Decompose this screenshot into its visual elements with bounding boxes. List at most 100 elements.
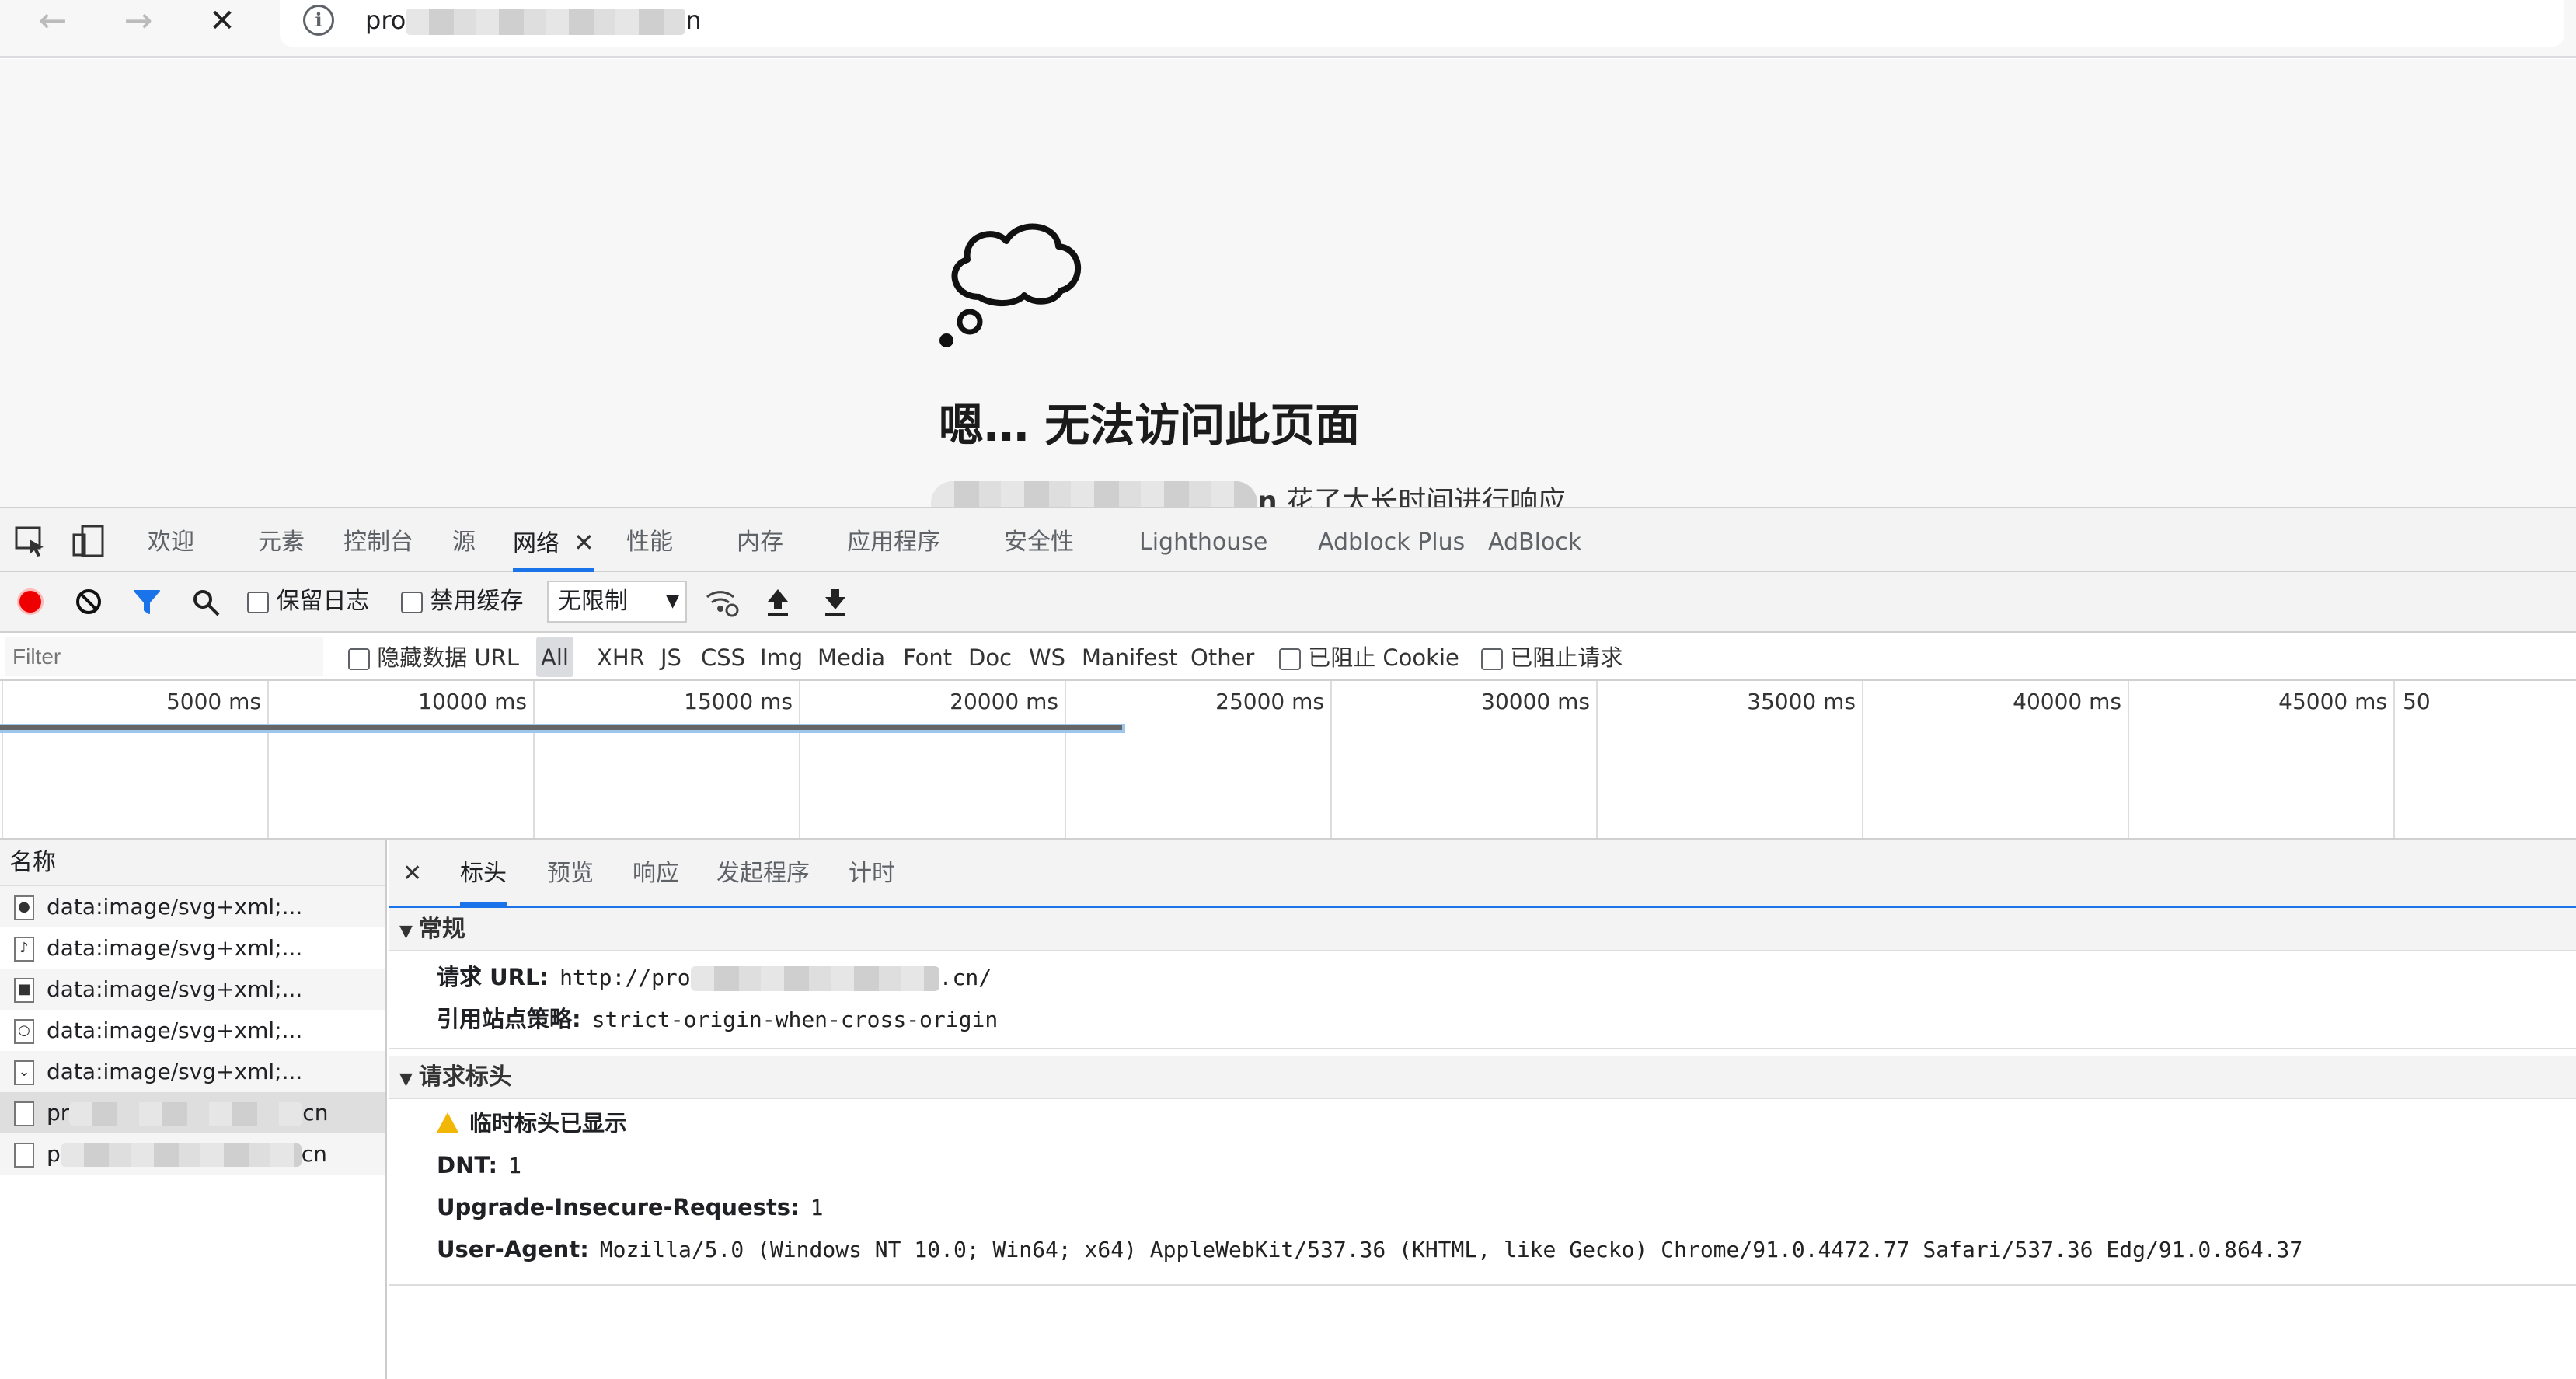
hide-data-urls-option[interactable]: 隐藏数据 URL xyxy=(348,633,519,681)
request-rows: ● data:image/svg+xml;... ♪ data:image/sv… xyxy=(0,886,385,1175)
blocked-requests-label: 已阻止请求 xyxy=(1510,644,1623,671)
tab-console[interactable]: 控制台 xyxy=(343,508,413,572)
chevron-down-icon: ▼ xyxy=(666,592,679,611)
tab-timing[interactable]: 计时 xyxy=(849,840,895,906)
filter-type-font[interactable]: Font xyxy=(903,633,952,681)
error-domain-end: n xyxy=(1257,486,1278,507)
filter-type-doc[interactable]: Doc xyxy=(968,633,1012,681)
filter-type-xhr[interactable]: XHR xyxy=(597,633,645,681)
redacted-domain xyxy=(931,481,1257,507)
tab-welcome[interactable]: 欢迎 xyxy=(148,508,194,572)
network-timeline[interactable]: 5000 ms 10000 ms 15000 ms 20000 ms 25000… xyxy=(0,681,2576,840)
tab-performance[interactable]: 性能 xyxy=(626,508,673,572)
forward-button[interactable]: → xyxy=(117,3,160,39)
header-row-dnt: DNT: 1 xyxy=(389,1144,2576,1186)
table-row[interactable]: ○ data:image/svg+xml;... xyxy=(0,1010,385,1051)
filter-input[interactable] xyxy=(5,637,323,676)
search-icon[interactable] xyxy=(191,588,221,617)
table-row[interactable]: p cn xyxy=(0,1133,385,1175)
request-name-start: p xyxy=(47,1141,61,1167)
disable-cache-option[interactable]: 禁用缓存 xyxy=(401,572,524,631)
header-row-upgrade-insecure: Upgrade-Insecure-Requests: 1 xyxy=(389,1186,2576,1228)
tab-adblock[interactable]: AdBlock xyxy=(1488,508,1581,572)
section-general-title: 常规 xyxy=(418,916,465,943)
tab-lighthouse[interactable]: Lighthouse xyxy=(1139,508,1267,572)
table-row[interactable]: ♪ data:image/svg+xml;... xyxy=(0,927,385,969)
filter-type-manifest[interactable]: Manifest xyxy=(1082,633,1178,681)
section-request-headers-title: 请求标头 xyxy=(418,1063,512,1091)
timeline-tick: 30000 ms xyxy=(1330,681,1596,838)
request-url-key: 请求 URL: xyxy=(437,964,549,990)
tab-security[interactable]: 安全性 xyxy=(1004,508,1074,572)
tab-elements[interactable]: 元素 xyxy=(258,508,305,572)
throttling-select[interactable]: 无限制 ▼ xyxy=(547,581,687,623)
request-url-row: 请求 URL: http://pro .cn/ xyxy=(389,956,2576,998)
blocked-cookies-checkbox[interactable] xyxy=(1279,648,1301,670)
close-tab-icon[interactable]: ✕ xyxy=(573,528,594,557)
filter-type-img[interactable]: Img xyxy=(760,633,803,681)
filter-type-js[interactable]: JS xyxy=(661,633,681,681)
tab-initiator[interactable]: 发起程序 xyxy=(716,840,810,906)
section-general-header[interactable]: ▼ 常规 xyxy=(389,908,2576,951)
filter-icon[interactable] xyxy=(132,588,162,616)
header-value: 1 xyxy=(810,1195,824,1220)
filter-type-media[interactable]: Media xyxy=(817,633,885,681)
referrer-policy-value: strict-origin-when-cross-origin xyxy=(591,1007,999,1032)
network-conditions-icon[interactable] xyxy=(704,586,740,617)
address-bar[interactable]: i pro n xyxy=(280,0,2564,47)
timeline-tick: 20000 ms xyxy=(799,681,1065,838)
table-row[interactable]: ⌄ data:image/svg+xml;... xyxy=(0,1051,385,1092)
filter-type-css[interactable]: CSS xyxy=(701,633,745,681)
redacted-domain xyxy=(60,1143,302,1167)
section-request-headers-header[interactable]: ▼ 请求标头 xyxy=(389,1056,2576,1099)
device-emulation-icon[interactable] xyxy=(71,524,106,558)
url-start: pro xyxy=(365,5,406,35)
tab-application[interactable]: 应用程序 xyxy=(847,508,940,572)
table-row[interactable]: ● data:image/svg+xml;... xyxy=(0,886,385,927)
request-name-end: cn xyxy=(302,1100,329,1126)
import-har-icon[interactable] xyxy=(765,586,791,617)
preserve-log-checkbox[interactable] xyxy=(247,591,269,613)
header-key: DNT: xyxy=(437,1152,498,1178)
tab-adblock-plus[interactable]: Adblock Plus xyxy=(1318,508,1465,572)
provisional-headers-warning: 临时标头已显示 xyxy=(389,1102,2576,1144)
filter-type-other[interactable]: Other xyxy=(1190,633,1254,681)
tab-network[interactable]: 网络 ✕ xyxy=(513,508,594,572)
circle-icon: ● xyxy=(14,895,34,920)
referrer-policy-row: 引用站点策略: strict-origin-when-cross-origin xyxy=(389,998,2576,1040)
clear-icon[interactable] xyxy=(75,588,103,616)
request-name-start: pr xyxy=(47,1100,70,1126)
address-url[interactable]: pro n xyxy=(365,2,702,39)
tab-preview[interactable]: 预览 xyxy=(547,840,594,906)
tab-memory[interactable]: 内存 xyxy=(737,508,783,572)
export-har-icon[interactable] xyxy=(822,586,849,617)
preserve-log-label: 保留日志 xyxy=(276,588,370,615)
tab-sources[interactable]: 源 xyxy=(452,508,476,572)
table-row-selected[interactable]: pr cn xyxy=(0,1092,385,1133)
request-name: data:image/svg+xml;... xyxy=(47,976,303,1002)
note-icon: ♪ xyxy=(14,937,34,962)
redacted-domain xyxy=(690,966,939,991)
disable-cache-checkbox[interactable] xyxy=(401,591,423,613)
filter-type-all[interactable]: All xyxy=(536,637,573,677)
request-url-value: http://pro .cn/ xyxy=(559,965,992,991)
blocked-requests-checkbox[interactable] xyxy=(1481,648,1503,670)
tab-response[interactable]: 响应 xyxy=(633,840,679,906)
hide-data-urls-checkbox[interactable] xyxy=(348,648,370,670)
record-button[interactable] xyxy=(17,588,44,615)
page-content: 嗯… 无法访问此页面 n 花了太长时间进行响应 xyxy=(0,59,2576,507)
info-icon[interactable]: i xyxy=(303,5,334,36)
stop-button[interactable]: ✕ xyxy=(200,3,244,39)
column-header-name[interactable]: 名称 xyxy=(0,840,385,886)
preserve-log-option[interactable]: 保留日志 xyxy=(247,572,370,631)
back-button[interactable]: ← xyxy=(31,3,75,39)
timeline-tick: 5000 ms xyxy=(2,681,267,838)
tab-headers[interactable]: 标头 xyxy=(460,840,507,906)
table-row[interactable]: ■ data:image/svg+xml;... xyxy=(0,969,385,1010)
inspect-element-icon[interactable] xyxy=(14,525,47,558)
close-details-icon[interactable]: ✕ xyxy=(403,840,422,906)
blocked-cookies-option[interactable]: 已阻止 Cookie xyxy=(1279,633,1459,681)
filter-type-ws[interactable]: WS xyxy=(1029,633,1065,681)
blocked-requests-option[interactable]: 已阻止请求 xyxy=(1481,633,1623,681)
document-icon xyxy=(14,1143,34,1168)
